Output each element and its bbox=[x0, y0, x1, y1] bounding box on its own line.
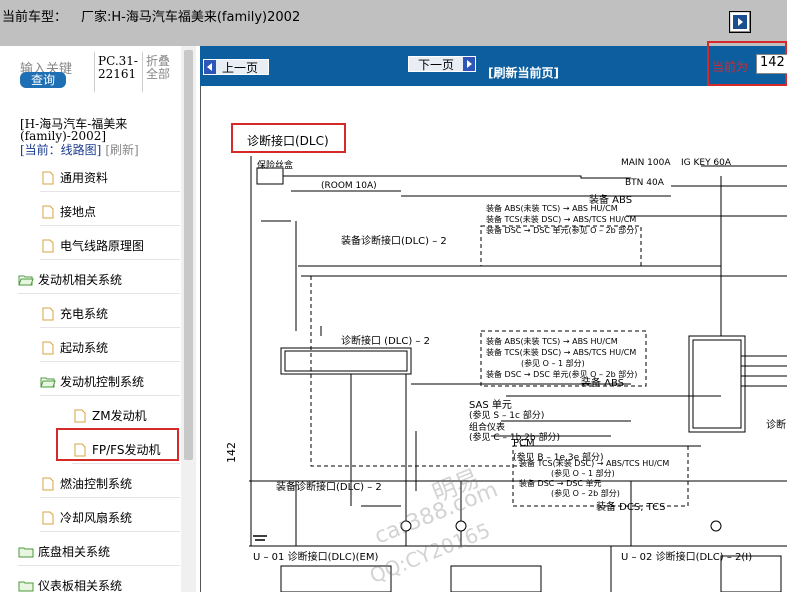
u02-label: U – 02 诊断接口(DLC) – 2(I) bbox=[621, 552, 753, 563]
folder-icon bbox=[18, 547, 34, 557]
abs-mid-label: 装备 ABS bbox=[581, 378, 625, 389]
document-icon bbox=[42, 239, 54, 252]
panel-toggle-button[interactable] bbox=[729, 11, 751, 33]
model-name: [H-海马汽车-福美来(family)-2002] bbox=[20, 117, 128, 143]
u01-label: U – 01 诊断接口(DLC)(EM) bbox=[253, 552, 379, 563]
refresh-page-link[interactable]: [刷新当前页] bbox=[488, 64, 559, 81]
document-icon bbox=[42, 307, 54, 320]
vehicle-value: 厂家:H-海马汽车福美来(family)2002 bbox=[81, 10, 301, 25]
tree-item-label: 发动机相关系统 bbox=[38, 273, 123, 287]
sidebar: 输入关键 查询 PC.31-22161 折叠全部 [H-海马汽车-福美来(fam… bbox=[0, 46, 196, 592]
search-button[interactable]: 查询 bbox=[20, 72, 66, 88]
tree-item-charging[interactable]: 充电系统 bbox=[40, 300, 180, 328]
tree-item-label: 仪表板相关系统 bbox=[38, 579, 123, 592]
tree-item-label: 燃油控制系统 bbox=[60, 477, 133, 491]
tree-item-zm-engine[interactable]: ZM发动机 bbox=[72, 402, 180, 430]
tree-item-label: 发动机控制系统 bbox=[60, 375, 145, 389]
prev-page-label: 上一页 bbox=[222, 60, 259, 75]
diag-bottom-label: 装备诊断接口(DLC) – 2 bbox=[276, 482, 382, 493]
document-icon bbox=[42, 341, 54, 354]
current-row: [当前：线路图] [刷新] bbox=[20, 141, 139, 158]
arrow-right-icon bbox=[463, 57, 475, 71]
sidebar-scrollbar[interactable] bbox=[181, 46, 196, 592]
folder-open-icon bbox=[40, 377, 56, 387]
abs-line-3: 装备 DSC → DSC 单元(参见 O – 2b 部分) bbox=[486, 226, 638, 235]
page-number-input[interactable]: 142 bbox=[756, 54, 787, 74]
tree-item-label: 接地点 bbox=[60, 205, 97, 219]
tree-item-chassis-systems[interactable]: 底盘相关系统 bbox=[18, 538, 180, 566]
fold-all-button[interactable]: 折叠全部 bbox=[146, 55, 174, 81]
vehicle-label: 当前车型： bbox=[2, 10, 68, 25]
diag-top-label: 装备诊断接口(DLC) – 2 bbox=[341, 236, 447, 247]
pc-code: PC.31-22161 bbox=[98, 54, 138, 81]
abs2-line-1: 装备 ABS(未装 TCS) → ABS HU/CM bbox=[486, 337, 618, 346]
tree-item-label: 通用资料 bbox=[60, 171, 109, 185]
next-page-label: 下一页 bbox=[418, 57, 455, 72]
arrow-left-icon bbox=[204, 60, 216, 74]
tree-item-fuel-control[interactable]: 燃油控制系统 bbox=[40, 470, 180, 498]
fuse-box-label: 保险丝盒 bbox=[257, 161, 294, 171]
main-panel: 上一页 下一页 [刷新当前页] 当前为 142 诊断接口(DLC) 142 保险… bbox=[200, 41, 787, 592]
document-icon bbox=[42, 477, 54, 490]
tree-item-label: ZM发动机 bbox=[92, 409, 147, 423]
top-bar: 当前车型： 厂家:H-海马汽车福美来(family)2002 bbox=[0, 0, 787, 46]
search-row: 输入关键 查询 PC.31-22161 折叠全部 bbox=[0, 46, 180, 98]
divider bbox=[94, 52, 95, 92]
tree-item-label: 起动系统 bbox=[60, 341, 109, 355]
sidebar-refresh-link[interactable]: [刷新] bbox=[105, 143, 138, 157]
abs-line-2: 装备 TCS(未装 DSC) → ABS/TCS HU/CM bbox=[486, 215, 637, 224]
document-icon bbox=[42, 511, 54, 524]
diagram-page-number: 142 bbox=[225, 442, 238, 463]
tree-item-label: 底盘相关系统 bbox=[38, 545, 111, 559]
connector-label: 诊断接口 (DLC) – 2 bbox=[341, 336, 430, 347]
tree-item-label: 充电系统 bbox=[60, 307, 109, 321]
wiring-diagram: 诊断接口(DLC) 142 保险丝盒 (ROOM 10A) MAIN 100A … bbox=[200, 86, 787, 592]
tree-item-ground[interactable]: 接地点 bbox=[40, 198, 180, 226]
tree-item-instrument-systems[interactable]: 仪表板相关系统 bbox=[18, 572, 180, 592]
tree-item-engine-control[interactable]: 发动机控制系统 bbox=[40, 368, 180, 396]
page-toolbar: 上一页 下一页 [刷新当前页] bbox=[200, 46, 787, 86]
pcm-label: PCM bbox=[513, 438, 535, 449]
dcs-tcs-label: 装备 DCS, TCS bbox=[596, 502, 666, 513]
btn-fuse-label: BTN 40A bbox=[625, 178, 664, 188]
scroll-thumb[interactable] bbox=[184, 50, 193, 460]
toggle-icon bbox=[733, 15, 747, 29]
divider bbox=[142, 52, 143, 92]
prev-page-button[interactable]: 上一页 bbox=[203, 59, 269, 75]
cut-off-label: 诊断 bbox=[766, 420, 786, 431]
tree-item-starting[interactable]: 起动系统 bbox=[40, 334, 180, 362]
tree-item-cooling-fan[interactable]: 冷却风扇系统 bbox=[40, 504, 180, 532]
ig-key-fuse-label: IG KEY 60A bbox=[681, 158, 732, 168]
abs2-line-2: 装备 TCS(未装 DSC) → ABS/TCS HU/CM bbox=[486, 348, 637, 357]
tree-item-general[interactable]: 通用资料 bbox=[40, 164, 180, 192]
document-icon bbox=[74, 409, 86, 422]
vehicle-title: 当前车型： 厂家:H-海马汽车福美来(family)2002 bbox=[2, 6, 300, 25]
tree-item-label: 冷却风扇系统 bbox=[60, 511, 133, 525]
document-icon bbox=[42, 171, 54, 184]
abs2-line-3: (参见 O – 1 部分) bbox=[521, 359, 585, 368]
selected-item-highlight bbox=[56, 428, 179, 461]
tree-item-engine-systems[interactable]: 发动机相关系统 bbox=[18, 266, 180, 294]
room-fuse-label: (ROOM 10A) bbox=[321, 181, 377, 191]
abs-line-1: 装备 ABS(未装 TCS) → ABS HU/CM bbox=[486, 204, 618, 213]
folder-icon bbox=[18, 581, 34, 591]
tree-item-schematic[interactable]: 电气线路原理图 bbox=[40, 232, 180, 260]
tree-item-label: 电气线路原理图 bbox=[60, 239, 145, 253]
diagram-title: 诊断接口(DLC) bbox=[231, 123, 346, 153]
next-page-button[interactable]: 下一页 bbox=[408, 56, 476, 72]
document-icon bbox=[42, 205, 54, 218]
folder-open-icon bbox=[18, 275, 34, 285]
main-fuse-label: MAIN 100A bbox=[621, 158, 671, 168]
page-label: 当前为 bbox=[712, 60, 749, 74]
current-view-label: [当前：线路图] bbox=[20, 143, 102, 157]
